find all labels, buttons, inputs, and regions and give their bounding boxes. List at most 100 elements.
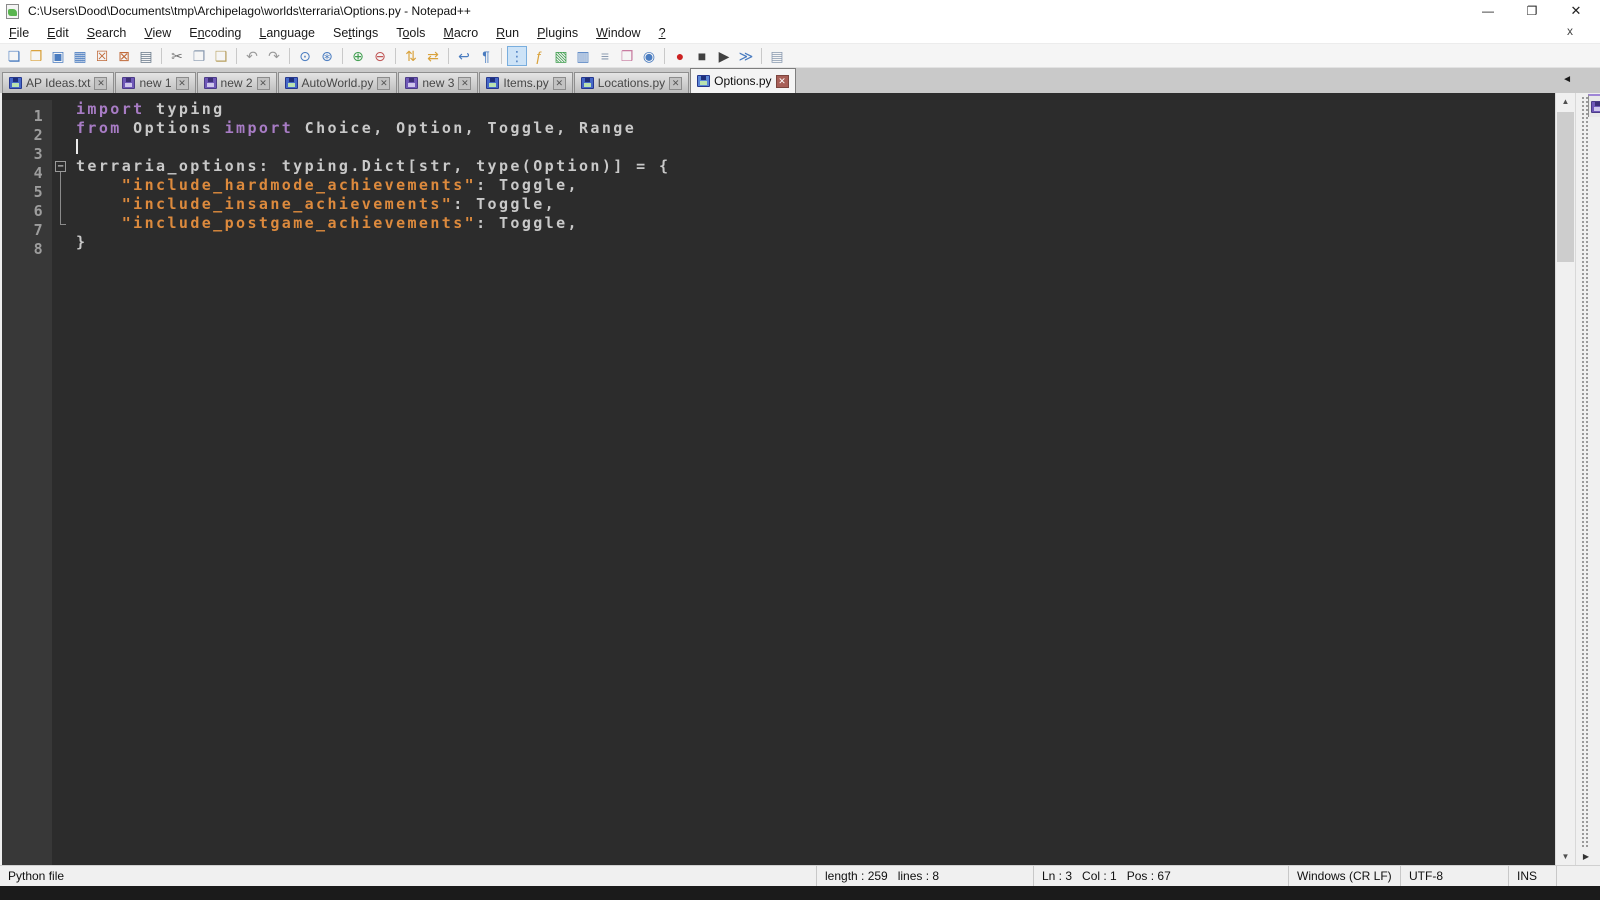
tab-locations-py[interactable]: Locations.py ✕ [573, 72, 690, 93]
floppy-icon [697, 75, 711, 87]
tab-close-icon[interactable]: ✕ [377, 76, 391, 90]
copy-icon[interactable]: ❐ [189, 46, 209, 66]
sync-vertical-icon[interactable]: ⇅ [401, 46, 421, 66]
paste-icon[interactable]: ❑ [211, 46, 231, 66]
tab-close-icon[interactable]: ✕ [775, 74, 789, 88]
scroll-down-icon[interactable]: ▼ [1556, 848, 1575, 865]
cut-icon[interactable]: ✂ [167, 46, 187, 66]
overflow-tab-sliver [1588, 94, 1600, 117]
toolbar: ❏ ❒ ▣ ▦ ☒ ⊠ ▤ ✂ ❐ ❑ ↶ ↷ ⊙ ⊛ ⊕ ⊖ ⇅ ⇄ ↩ ¶ ⋮ ƒ ▧ ▥ ≡ ❒ ◉ ● ■ ▶ ≫ ▤ [0, 43, 1600, 67]
save-icon[interactable]: ▣ [48, 46, 68, 66]
tab-bar: AP Ideas.txt ✕ new 1 ✕ new 2 ✕ AutoWorld.py ✕ ne… [0, 67, 1600, 93]
monitoring-icon[interactable]: ◉ [639, 46, 659, 66]
tab-close-icon[interactable]: ✕ [175, 76, 189, 90]
close-button[interactable]: ✕ [1554, 0, 1598, 22]
tab-options-py[interactable]: Options.py ✕ [690, 68, 796, 93]
fold-guide [52, 214, 76, 233]
document-map-icon[interactable]: ▥ [573, 46, 593, 66]
menu-run[interactable]: Run [487, 24, 528, 42]
redo-icon[interactable]: ↷ [264, 46, 284, 66]
tab-close-icon[interactable]: ✕ [552, 76, 566, 90]
word-wrap-icon[interactable]: ↩ [454, 46, 474, 66]
code-line[interactable]: import typing [76, 100, 1555, 119]
tab-new-2[interactable]: new 2 ✕ [196, 72, 277, 93]
open-file-icon[interactable]: ❒ [26, 46, 46, 66]
tab-new-3[interactable]: new 3 ✕ [398, 72, 479, 93]
project-panel-icon[interactable]: ❒ [617, 46, 637, 66]
undo-icon[interactable]: ↶ [242, 46, 262, 66]
tab-label: AP Ideas.txt [26, 76, 91, 90]
close-file-icon[interactable]: ☒ [92, 46, 112, 66]
tab-items-py[interactable]: Items.py ✕ [479, 72, 573, 93]
tab-close-icon[interactable]: ✕ [669, 76, 683, 90]
close-all-icon[interactable]: ⊠ [114, 46, 134, 66]
code-line[interactable]: terraria_options: typing.Dict[str, type(… [76, 157, 1555, 176]
folder-as-workspace-icon[interactable]: ▧ [551, 46, 571, 66]
minimize-button[interactable]: — [1466, 0, 1510, 22]
tab-new-1[interactable]: new 1 ✕ [115, 72, 196, 93]
fold-collapse-icon[interactable] [52, 157, 76, 176]
find-icon[interactable]: ⊙ [295, 46, 315, 66]
code-line[interactable]: "include_hardmode_achievements": Toggle, [76, 176, 1555, 195]
tab-label: AutoWorld.py [301, 76, 374, 90]
menu-window[interactable]: Window [587, 24, 649, 42]
zoom-out-icon[interactable]: ⊖ [370, 46, 390, 66]
replace-icon[interactable]: ⊛ [317, 46, 337, 66]
panel-grip[interactable] [1582, 97, 1588, 847]
tab-scroll-left-icon[interactable]: ◄ [1562, 74, 1572, 85]
right-panel-strip: ▶ [1575, 93, 1600, 865]
code-line[interactable]: "include_postgame_achievements": Toggle, [76, 214, 1555, 233]
tab-autoworld-py[interactable]: AutoWorld.py ✕ [277, 72, 398, 93]
scrollbar-track[interactable] [1556, 110, 1575, 848]
macro-play-icon[interactable]: ▶ [714, 46, 734, 66]
floppy-icon [486, 77, 500, 89]
code-line[interactable]: from Options import Choice, Option, Togg… [76, 119, 1555, 138]
code-line[interactable]: } [76, 233, 1555, 252]
menu-view[interactable]: View [135, 24, 180, 42]
function-list-icon[interactable]: ƒ [529, 46, 549, 66]
toolbar-separator [395, 47, 396, 64]
menu-language[interactable]: Language [250, 24, 324, 42]
menu-encoding[interactable]: Encoding [180, 24, 250, 42]
scroll-up-icon[interactable]: ▲ [1556, 93, 1575, 110]
status-insert-mode[interactable]: INS [1508, 866, 1556, 886]
code-area[interactable]: import typing from Options import Choice,… [76, 100, 1555, 865]
new-file-icon[interactable]: ❏ [4, 46, 24, 66]
scrollbar-thumb[interactable] [1557, 112, 1574, 262]
tab-close-icon[interactable]: ✕ [256, 76, 270, 90]
code-line[interactable]: "include_insane_achievements": Toggle, [76, 195, 1555, 214]
menu-file[interactable]: File [0, 24, 38, 42]
show-all-characters-icon[interactable]: ¶ [476, 46, 496, 66]
zoom-in-icon[interactable]: ⊕ [348, 46, 368, 66]
menu-plugins[interactable]: Plugins [528, 24, 587, 42]
restore-button[interactable]: ❐ [1510, 0, 1554, 22]
notepad-plus-plus-window: C:\Users\Dood\Documents\tmp\Archipelago\… [0, 0, 1600, 900]
menu-settings[interactable]: Settings [324, 24, 387, 42]
status-encoding[interactable]: UTF-8 [1400, 866, 1508, 886]
vertical-scrollbar[interactable]: ▲ ▼ [1555, 93, 1575, 865]
print-icon[interactable]: ▤ [136, 46, 156, 66]
macro-run-multiple-icon[interactable]: ≫ [736, 46, 756, 66]
close-document-icon[interactable]: x [1562, 24, 1578, 38]
tab-close-icon[interactable]: ✕ [94, 76, 108, 90]
code-line[interactable] [76, 138, 1555, 157]
tab-close-icon[interactable]: ✕ [458, 76, 472, 90]
save-all-icon[interactable]: ▦ [70, 46, 90, 66]
document-list-icon[interactable]: ≡ [595, 46, 615, 66]
status-eol-format[interactable]: Windows (CR LF) [1288, 866, 1400, 886]
macro-record-icon[interactable]: ● [670, 46, 690, 66]
macro-stop-icon[interactable]: ■ [692, 46, 712, 66]
menu-macro[interactable]: Macro [434, 24, 487, 42]
menu-edit[interactable]: Edit [38, 24, 78, 42]
sync-horizontal-icon[interactable]: ⇄ [423, 46, 443, 66]
save-recorded-macro-icon[interactable]: ▤ [767, 46, 787, 66]
toolbar-separator [761, 47, 762, 64]
menu-search[interactable]: Search [78, 24, 136, 42]
show-indent-guide-icon[interactable]: ⋮ [507, 45, 527, 66]
code-editor[interactable]: 12345678 import typingfrom Options impor… [2, 93, 1555, 865]
menu-help[interactable]: ? [650, 24, 675, 42]
panel-right-arrow-icon[interactable]: ▶ [1578, 849, 1594, 863]
menu-tools[interactable]: Tools [387, 24, 434, 42]
tab-ap-ideas-txt[interactable]: AP Ideas.txt ✕ [2, 72, 115, 93]
floppy-icon [1591, 101, 1600, 113]
